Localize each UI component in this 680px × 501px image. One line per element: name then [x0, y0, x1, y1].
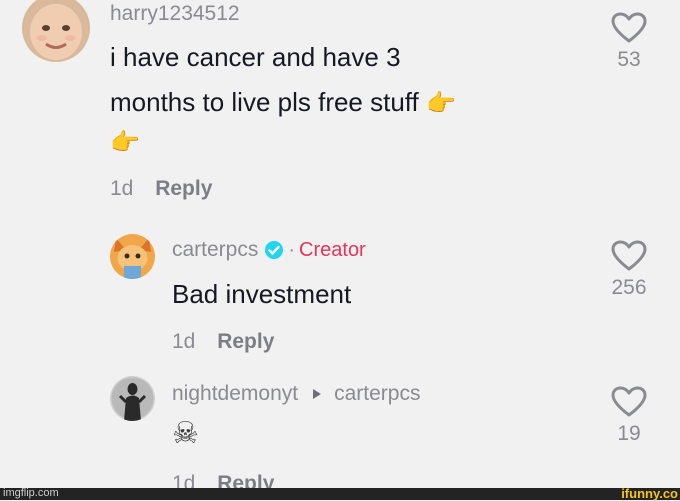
like-button[interactable]: 256	[599, 240, 659, 300]
heart-outline-icon	[611, 12, 647, 43]
reply-arrow-icon	[313, 389, 322, 399]
reply-header: nightdemonyt carterpcs	[172, 382, 420, 406]
ifunny-watermark: ifunny.co	[621, 486, 678, 501]
avatar-carterpcs[interactable]	[110, 234, 155, 279]
reply-to-username[interactable]: carterpcs	[334, 382, 420, 406]
like-count: 19	[617, 422, 641, 445]
comment-meta: 1d Reply	[172, 330, 274, 354]
reply-header: carterpcs · Creator	[172, 238, 366, 262]
reply-button[interactable]: Reply	[155, 177, 212, 200]
fox-avatar-icon	[110, 234, 155, 279]
separator-dot: ·	[288, 238, 296, 261]
like-count: 256	[611, 276, 647, 299]
comment-time: 1d	[110, 177, 134, 200]
comment-time: 1d	[172, 330, 196, 353]
comment-text: Bad investment	[172, 279, 352, 309]
heart-outline-icon	[611, 386, 647, 417]
heart-outline-icon	[611, 240, 647, 271]
comment-meta: 1d Reply	[110, 177, 212, 201]
comment-username[interactable]: nightdemonyt	[172, 382, 298, 406]
skull-crossbones-icon: ☠	[172, 416, 199, 451]
comment-text-line-1: i have cancer and have 3	[110, 42, 401, 72]
imgflip-watermark: imgflip.com	[3, 487, 59, 499]
like-button[interactable]: 53	[599, 12, 659, 72]
dark-figure-avatar-icon	[110, 376, 155, 421]
verified-badge-icon	[265, 241, 284, 259]
avatar-harry[interactable]	[22, 0, 90, 62]
child-face-avatar-icon	[22, 0, 90, 62]
comment-text-line-2-text: months to live pls free stuff	[110, 87, 419, 117]
pointing-right-icon-2: 👉	[110, 128, 140, 156]
avatar-nightdemonyt[interactable]	[110, 376, 155, 421]
comment-username[interactable]: harry1234512	[110, 2, 240, 26]
pointing-right-icon: 👉	[426, 89, 456, 117]
comment-username[interactable]: carterpcs	[172, 238, 258, 262]
watermark-bar	[0, 488, 680, 500]
like-count: 53	[617, 48, 641, 71]
comment-text-line-2: months to live pls free stuff 👉	[110, 80, 456, 126]
reply-button[interactable]: Reply	[217, 330, 274, 353]
creator-label: Creator	[299, 238, 366, 261]
like-button[interactable]: 19	[599, 386, 659, 446]
